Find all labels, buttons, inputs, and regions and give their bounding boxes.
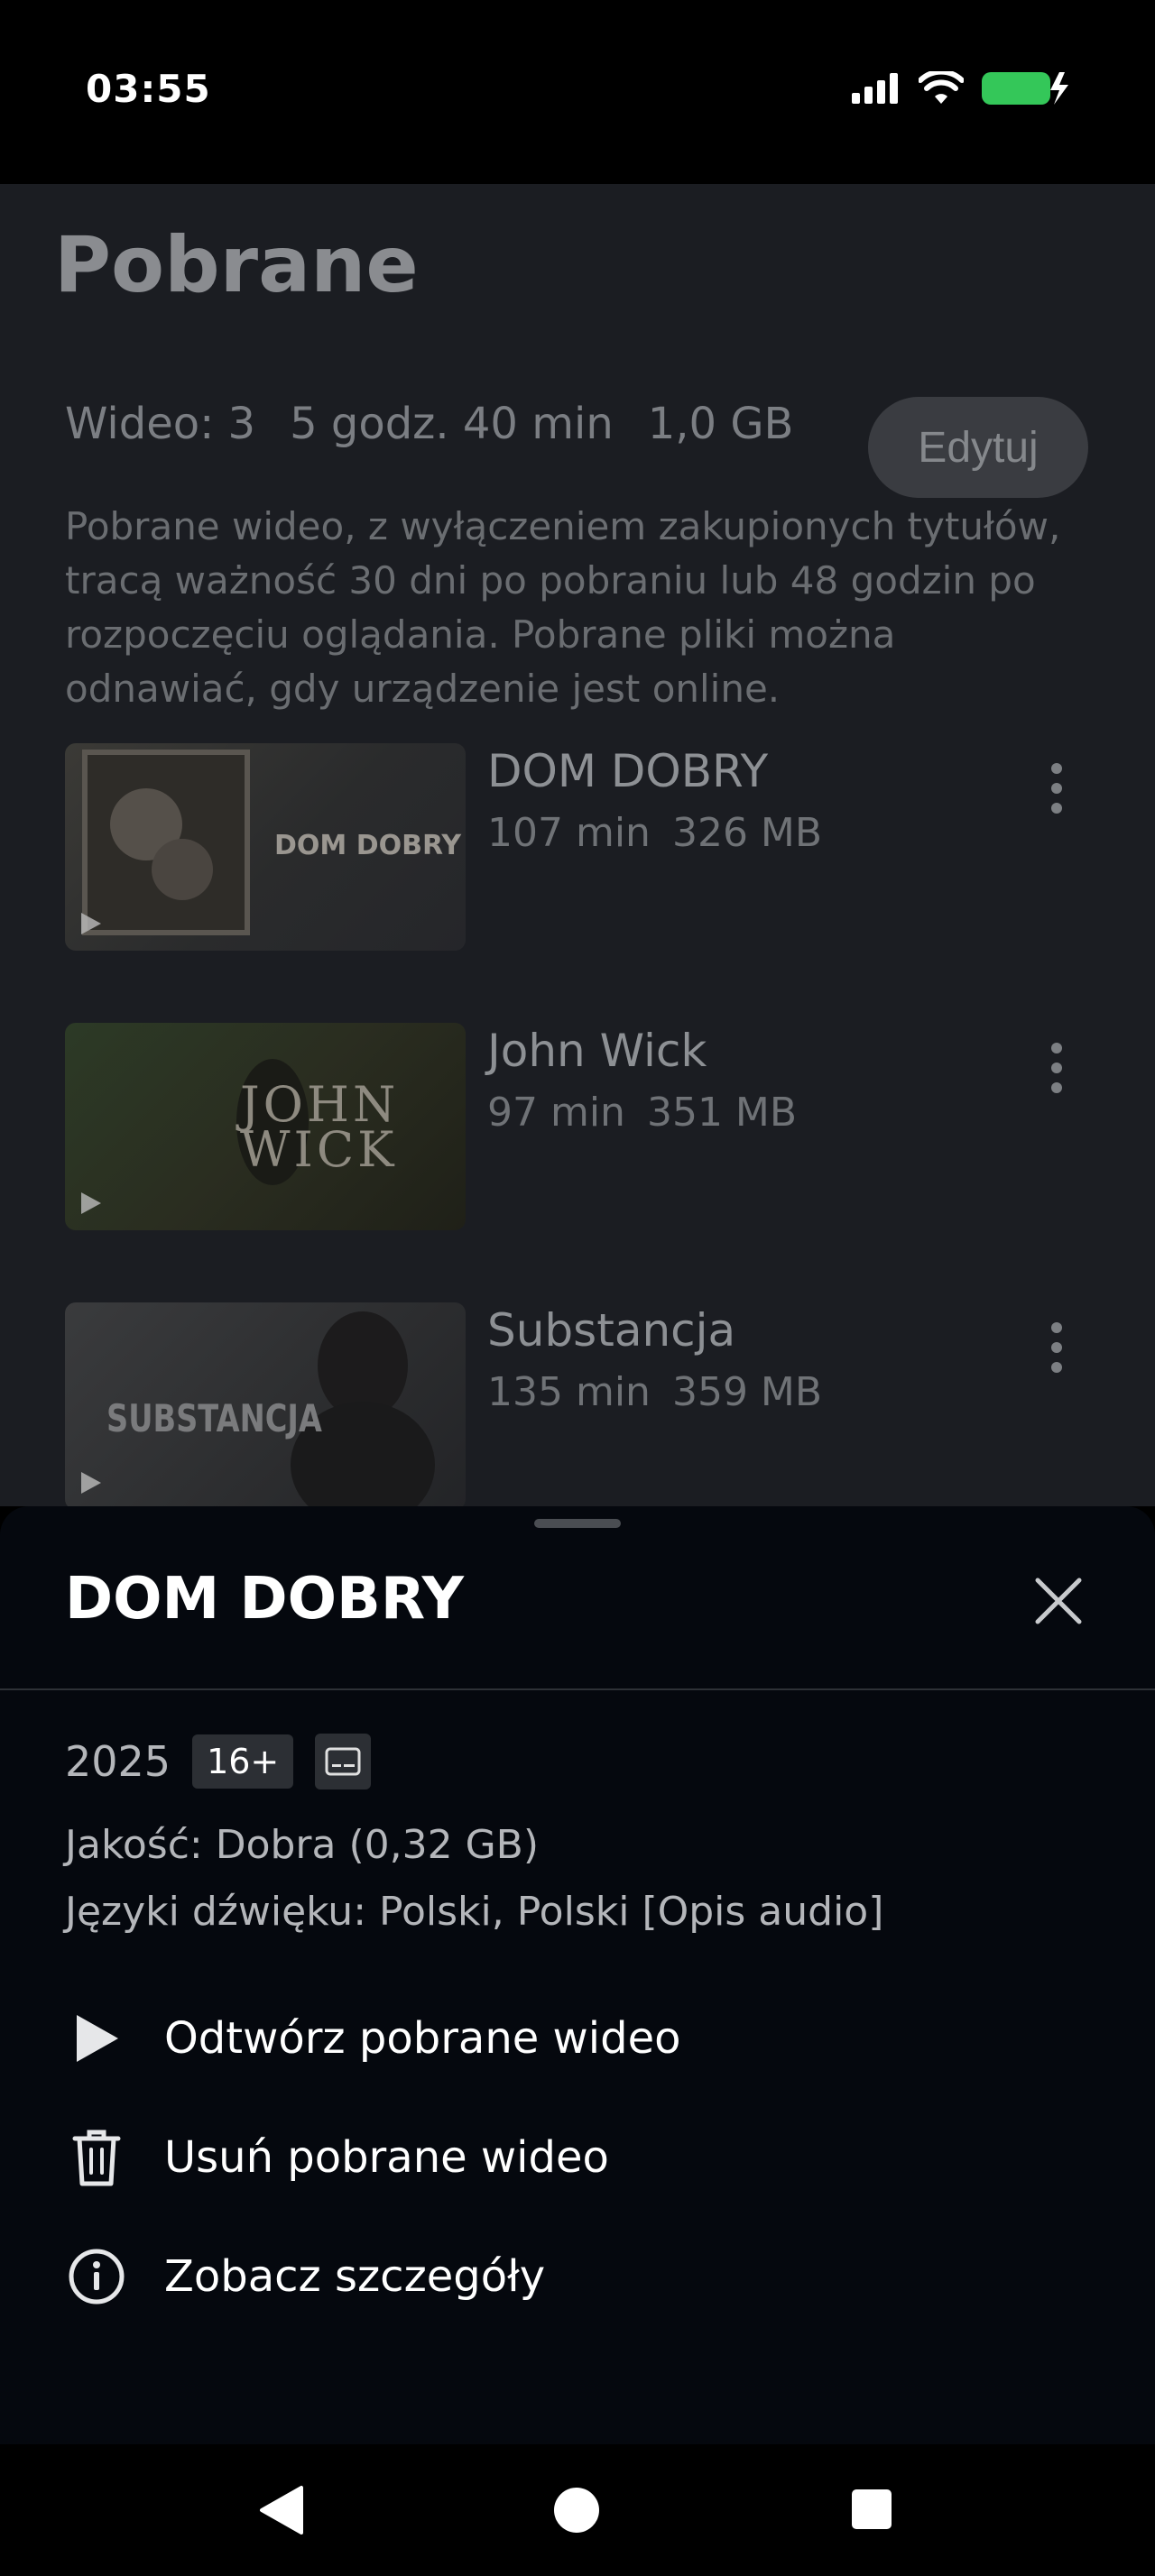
item-size: 359 MB [671,1369,823,1415]
item-duration: 107 min [487,810,651,856]
status-icons [852,70,1068,106]
thumbnail-john-wick[interactable]: JOHN WICK [65,1023,466,1230]
item-duration: 135 min [487,1369,651,1415]
age-rating-badge: 16+ [192,1734,294,1789]
wifi-icon [919,71,964,104]
thumbnail-substancja[interactable]: SUBSTANCJA [65,1302,466,1510]
item-title: DOM DOBRY [487,745,769,797]
play-icon [81,1192,101,1214]
info-icon [65,2245,128,2308]
thumb-caption: DOM DOBRY [274,830,462,861]
download-item[interactable]: JOHN WICK John Wick 97 min 351 MB [65,1023,1103,1230]
trash-icon [65,2126,128,2189]
quality-info: Jakość: Dobra (0,32 GB) [65,1822,540,1868]
more-options-icon[interactable] [1034,752,1079,824]
total-duration: 5 godz. 40 min [290,399,614,449]
download-item[interactable]: SUBSTANCJA Substancja 135 min 359 MB [65,1302,1103,1510]
expiry-info: Pobrane wideo, z wyłączeniem zakupionych… [65,504,1061,711]
page-title: Pobrane [54,220,419,310]
more-options-icon[interactable] [1034,1311,1079,1384]
item-meta: 97 min 351 MB [487,1090,797,1136]
item-meta: 135 min 359 MB [487,1369,822,1415]
thumb-caption: JOHN WICK [240,1076,400,1178]
signal-icon [852,73,898,104]
delete-download-action[interactable]: Usuń pobrane wideo [65,2112,1058,2203]
close-button[interactable] [1027,1569,1090,1633]
navigation-bar [0,2444,1155,2576]
action-label: Zobacz szczegóły [164,2251,546,2302]
play-icon [65,2007,128,2070]
item-meta: 107 min 326 MB [487,810,822,856]
battery-charging-icon [982,72,1068,105]
item-title: Substancja [487,1304,736,1357]
item-title: John Wick [487,1025,707,1077]
item-duration: 97 min [487,1090,625,1136]
more-options-icon[interactable] [1034,1032,1079,1104]
downloads-screen: Pobrane Wideo: 3 5 godz. 40 min 1,0 GB E… [0,184,1155,1510]
divider [0,1688,1155,1690]
play-icon [81,1472,101,1494]
bottom-sheet: DOM DOBRY 2025 16+ Jakość: Dobra (0,32 G… [0,1506,1155,2444]
thumb-caption: SUBSTANCJA [106,1396,322,1440]
back-icon[interactable] [258,2484,305,2536]
item-size: 326 MB [671,810,823,856]
title-meta: 2025 16+ [65,1734,372,1789]
sheet-title: DOM DOBRY [65,1566,464,1633]
view-details-action[interactable]: Zobacz szczegóły [65,2231,1058,2322]
downloads-summary: Wideo: 3 5 godz. 40 min 1,0 GB [65,399,793,449]
total-size: 1,0 GB [647,399,794,449]
play-download-action[interactable]: Odtwórz pobrane wideo [65,1993,1058,2084]
action-label: Odtwórz pobrane wideo [164,2013,681,2064]
play-icon [81,913,101,934]
close-icon [1035,1578,1082,1624]
status-bar: 03:55 [0,0,1155,184]
status-time: 03:55 [86,67,211,111]
edit-button[interactable]: Edytuj [868,397,1088,498]
drag-handle[interactable] [534,1519,621,1528]
home-icon[interactable] [552,2486,601,2535]
download-item[interactable]: DOM DOBRY DOM DOBRY 107 min 326 MB [65,743,1103,951]
recents-icon[interactable] [850,2488,893,2531]
action-label: Usuń pobrane wideo [164,2132,609,2183]
release-year: 2025 [65,1737,171,1786]
video-count: Wideo: 3 [65,399,256,449]
audio-languages: Języki dźwięku: Polski, Polski [Opis aud… [65,1889,884,1935]
subtitles-icon [315,1734,372,1789]
item-size: 351 MB [646,1090,798,1136]
thumbnail-dom-dobry[interactable]: DOM DOBRY [65,743,466,951]
